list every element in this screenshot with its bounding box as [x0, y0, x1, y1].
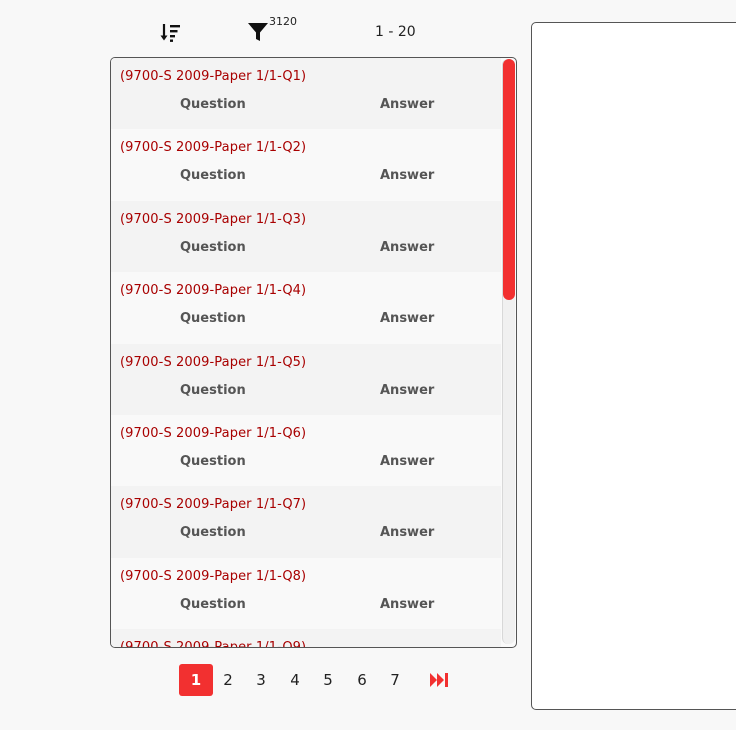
question-title[interactable]: (9700-S 2009-Paper 1/1-Q6) [120, 426, 501, 441]
question-link[interactable]: Question [180, 240, 246, 255]
result-range-label: 1 - 20 [375, 24, 416, 40]
skip-to-last-icon[interactable] [429, 670, 451, 690]
question-link[interactable]: Question [180, 383, 246, 398]
page-button-3[interactable]: 3 [246, 664, 276, 696]
detail-panel [531, 22, 736, 710]
question-title[interactable]: (9700-S 2009-Paper 1/1-Q2) [120, 140, 501, 155]
list-item: (9700-S 2009-Paper 1/1-Q3) Question Answer [111, 200, 501, 273]
question-list-panel[interactable]: (9700-S 2009-Paper 1/1-Q1) Question Answer… [110, 57, 517, 648]
question-links: Question Answer [120, 311, 501, 331]
answer-link[interactable]: Answer [380, 311, 434, 326]
page-button-7[interactable]: 7 [380, 664, 410, 696]
page-button-5[interactable]: 5 [313, 664, 343, 696]
list-item: (9700-S 2009-Paper 1/1-Q1) Question Answer [111, 58, 501, 130]
page-button-4[interactable]: 4 [280, 664, 310, 696]
list-item: (9700-S 2009-Paper 1/1-Q5) Question Answer [111, 343, 501, 415]
question-links: Question Answer [120, 454, 501, 474]
filter-icon[interactable] [246, 20, 270, 44]
question-title[interactable]: (9700-S 2009-Paper 1/1-Q1) [120, 69, 501, 84]
question-links: Question Answer [120, 168, 501, 188]
answer-link[interactable]: Answer [380, 240, 434, 255]
question-title[interactable]: (9700-S 2009-Paper 1/1-Q3) [120, 212, 501, 227]
answer-link[interactable]: Answer [380, 97, 434, 112]
question-title[interactable]: (9700-S 2009-Paper 1/1-Q5) [120, 355, 501, 370]
page-button-6[interactable]: 6 [347, 664, 377, 696]
scrollbar-track[interactable] [502, 59, 515, 644]
question-title[interactable]: (9700-S 2009-Paper 1/1-Q7) [120, 497, 501, 512]
question-link[interactable]: Question [180, 97, 246, 112]
question-title[interactable]: (9700-S 2009-Paper 1/1-Q9) [120, 640, 501, 647]
question-links: Question Answer [120, 240, 501, 260]
question-link[interactable]: Question [180, 168, 246, 183]
list-item: (9700-S 2009-Paper 1/1-Q2) Question Answer [111, 129, 501, 201]
scrollbar-thumb[interactable] [503, 59, 515, 300]
answer-link[interactable]: Answer [380, 597, 434, 612]
question-link[interactable]: Question [180, 311, 246, 326]
page-button-1[interactable]: 1 [179, 664, 213, 696]
list-item: (9700-S 2009-Paper 1/1-Q6) Question Answer [111, 414, 501, 487]
filter-count-badge: 3120 [269, 15, 297, 28]
question-links: Question Answer [120, 597, 501, 617]
question-links: Question Answer [120, 525, 501, 545]
list-item: (9700-S 2009-Paper 1/1-Q8) Question Answer [111, 557, 501, 630]
question-links: Question Answer [120, 383, 501, 403]
question-link[interactable]: Question [180, 597, 246, 612]
answer-link[interactable]: Answer [380, 525, 434, 540]
question-list: (9700-S 2009-Paper 1/1-Q1) Question Answer… [111, 58, 501, 647]
list-item: (9700-S 2009-Paper 1/1-Q7) Question Answer [111, 486, 501, 558]
question-link[interactable]: Question [180, 454, 246, 469]
answer-link[interactable]: Answer [380, 383, 434, 398]
question-title[interactable]: (9700-S 2009-Paper 1/1-Q8) [120, 569, 501, 584]
question-links: Question Answer [120, 97, 501, 117]
list-item: (9700-S 2009-Paper 1/1-Q9)QuestionAnswer [111, 629, 501, 647]
sort-descending-icon[interactable] [159, 22, 183, 44]
question-link[interactable]: Question [180, 525, 246, 540]
question-title[interactable]: (9700-S 2009-Paper 1/1-Q4) [120, 283, 501, 298]
answer-link[interactable]: Answer [380, 168, 434, 183]
list-item: (9700-S 2009-Paper 1/1-Q4) Question Answer [111, 272, 501, 344]
answer-link[interactable]: Answer [380, 454, 434, 469]
page-button-2[interactable]: 2 [213, 664, 243, 696]
